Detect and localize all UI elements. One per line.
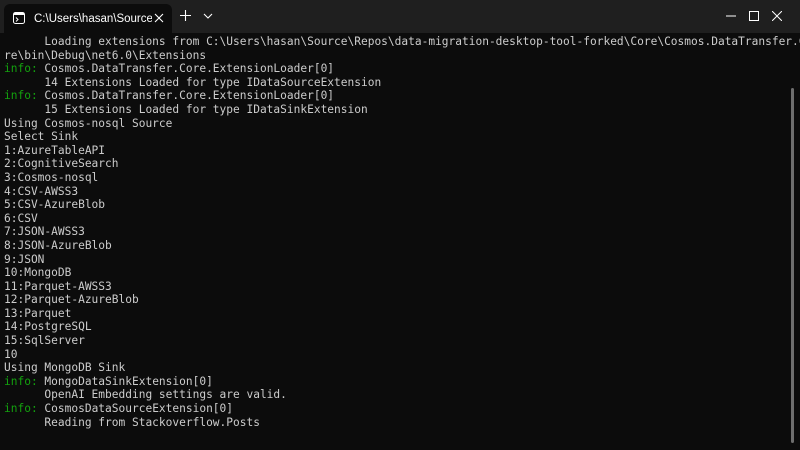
terminal-line-text: 7:JSON-AWSS3 xyxy=(4,225,85,239)
log-level-info: info: xyxy=(4,62,45,76)
terminal-line-text: 8:JSON-AzureBlob xyxy=(4,238,112,252)
tab-title: C:\Users\hasan\Source\Repos xyxy=(34,13,152,25)
log-level-info: info: xyxy=(4,402,45,416)
title-bar: C:\Users\hasan\Source\Repos xyxy=(0,0,800,33)
terminal-line: Using MongoDB Sink xyxy=(4,361,782,375)
terminal-line: info: Cosmos.DataTransfer.Core.Extension… xyxy=(4,62,782,76)
terminal-line: 5:CSV-AzureBlob xyxy=(4,198,782,212)
terminal-line-text: 14:PostgreSQL xyxy=(4,320,92,334)
terminal-line: 8:JSON-AzureBlob xyxy=(4,239,782,253)
terminal-line: 6:CSV xyxy=(4,212,782,226)
terminal-line-text: 12:Parquet-AzureBlob xyxy=(4,293,139,307)
terminal-line-text: 2:CognitiveSearch xyxy=(4,157,119,171)
terminal-line-text: 5:CSV-AzureBlob xyxy=(4,198,106,212)
terminal-line: 14:PostgreSQL xyxy=(4,320,782,334)
terminal-line: 2:CognitiveSearch xyxy=(4,157,782,171)
terminal-line-text: OpenAI Embedding settings are valid. xyxy=(4,388,287,402)
terminal-icon xyxy=(13,12,25,24)
terminal-line-text: 11:Parquet-AWSS3 xyxy=(4,279,112,293)
terminal-line-text: 9:JSON xyxy=(4,252,45,266)
terminal-line-text: re\bin\Debug\net6.0\Extensions xyxy=(4,48,207,62)
terminal-line-text: 6:CSV xyxy=(4,211,38,225)
terminal-line-text: 4:CSV-AWSS3 xyxy=(4,184,79,198)
terminal-line: info: Cosmos.DataTransfer.Core.Extension… xyxy=(4,89,782,103)
terminal-line-text: Using Cosmos-nosql Source xyxy=(4,116,173,130)
terminal-line-text: Reading from Stackoverflow.Posts xyxy=(4,415,260,429)
terminal-line-text: 14 Extensions Loaded for type IDataSourc… xyxy=(4,75,382,89)
plus-icon[interactable] xyxy=(180,10,191,21)
terminal-line: OpenAI Embedding settings are valid. xyxy=(4,388,782,402)
terminal-line: 12:Parquet-AzureBlob xyxy=(4,293,782,307)
terminal-line-text: MongoDataSinkExtension[0] xyxy=(44,374,213,388)
terminal-line-text: Loading extensions from C:\Users\hasan\S… xyxy=(4,35,800,48)
terminal-line: re\bin\Debug\net6.0\Extensions xyxy=(4,49,782,63)
close-icon xyxy=(772,11,782,21)
terminal-line: Select Sink xyxy=(4,130,782,144)
terminal-line: 1:AzureTableAPI xyxy=(4,144,782,158)
terminal-line: 13:Parquet xyxy=(4,307,782,321)
terminal-line: info: CosmosDataSourceExtension[0] xyxy=(4,402,782,416)
close-button[interactable] xyxy=(754,0,800,32)
terminal-line: 7:JSON-AWSS3 xyxy=(4,225,782,239)
terminal-line-text: Cosmos.DataTransfer.Core.ExtensionLoader… xyxy=(44,62,335,76)
terminal-line-text: 15 Extensions Loaded for type IDataSinkE… xyxy=(4,102,368,116)
terminal-line-text: 15:SqlServer xyxy=(4,334,85,348)
terminal-line-text: 13:Parquet xyxy=(4,306,72,320)
terminal-line: 15:SqlServer xyxy=(4,334,782,348)
vertical-scrollbar[interactable] xyxy=(791,88,794,443)
terminal-line-text: Using MongoDB Sink xyxy=(4,361,126,375)
terminal-line: 15 Extensions Loaded for type IDataSinkE… xyxy=(4,103,782,117)
terminal-line-text: 10:MongoDB xyxy=(4,266,72,280)
terminal-line-text: CosmosDataSourceExtension[0] xyxy=(44,402,234,416)
terminal-line: 14 Extensions Loaded for type IDataSourc… xyxy=(4,76,782,90)
log-level-info: info: xyxy=(4,374,45,388)
close-icon[interactable] xyxy=(154,13,164,23)
terminal-line: 4:CSV-AWSS3 xyxy=(4,185,782,199)
terminal-line: 10:MongoDB xyxy=(4,266,782,280)
terminal-line: 11:Parquet-AWSS3 xyxy=(4,280,782,294)
log-level-info: info: xyxy=(4,89,45,103)
tab-terminal[interactable]: C:\Users\hasan\Source\Repos xyxy=(4,4,172,33)
terminal-line: 10 xyxy=(4,348,782,362)
terminal-line-text: 1:AzureTableAPI xyxy=(4,143,106,157)
terminal-line: 3:Cosmos-nosql xyxy=(4,171,782,185)
terminal-line: info: MongoDataSinkExtension[0] xyxy=(4,375,782,389)
terminal-line-text: 3:Cosmos-nosql xyxy=(4,170,99,184)
terminal-line: Loading extensions from C:\Users\hasan\S… xyxy=(4,35,800,49)
terminal-line-text: Select Sink xyxy=(4,130,79,144)
terminal-line: 9:JSON xyxy=(4,253,782,267)
terminal-line: Using Cosmos-nosql Source xyxy=(4,117,782,131)
chevron-down-icon[interactable] xyxy=(203,12,213,20)
terminal-output[interactable]: Loading extensions from C:\Users\hasan\S… xyxy=(4,35,800,445)
terminal-line: Reading from Stackoverflow.Posts xyxy=(4,416,782,430)
terminal-line-text: Cosmos.DataTransfer.Core.ExtensionLoader… xyxy=(44,89,335,103)
terminal-line-text: 10 xyxy=(4,347,18,361)
